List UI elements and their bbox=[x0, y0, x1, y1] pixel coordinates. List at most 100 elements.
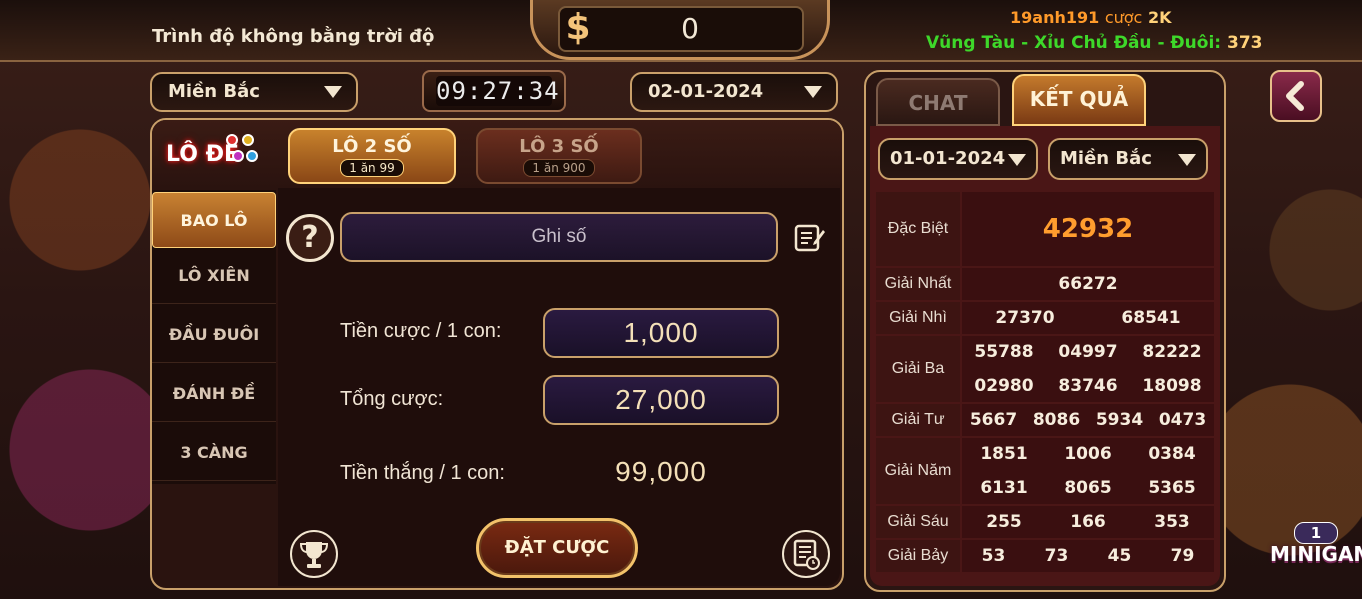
prize-row-giai-nhi: Giải Nhì 27370 68541 bbox=[876, 302, 1214, 334]
menu-item-bao-lo[interactable]: BAO LÔ bbox=[152, 192, 276, 248]
prize-values: 42932 bbox=[962, 192, 1214, 266]
prize-values: 1851 1006 0384 6131 8065 5365 bbox=[962, 438, 1214, 504]
caret-down-icon bbox=[804, 86, 822, 98]
prize-values: 255 166 353 bbox=[962, 506, 1214, 538]
menu-item-dau-duoi[interactable]: ĐẦU ĐUÔI bbox=[152, 307, 276, 363]
prize-row-giai-sau: Giải Sáu 255 166 353 bbox=[876, 506, 1214, 538]
logo-ball-icon bbox=[232, 150, 244, 162]
edit-icon[interactable] bbox=[794, 222, 826, 252]
ticker-username: 19anh191 bbox=[1010, 8, 1100, 27]
result-region-value: Miền Bắc bbox=[1060, 148, 1152, 169]
bet-ticker-user: 19anh191 cược 2K bbox=[1010, 8, 1171, 27]
prize-number: 68541 bbox=[1121, 308, 1181, 328]
prize-row-giai-bay: Giải Bảy 53 73 45 79 bbox=[876, 540, 1214, 572]
dollar-icon: $ bbox=[565, 7, 591, 48]
prize-row-giai-tu: Giải Tư 5667 8086 5934 0473 bbox=[876, 404, 1214, 436]
trophy-button[interactable] bbox=[290, 530, 338, 578]
logo-text: LÔ ĐỀ bbox=[166, 142, 240, 167]
number-input[interactable]: Ghi số bbox=[340, 212, 778, 262]
bet-type-menu: BAO LÔ LÔ XIÊN ĐẦU ĐUÔI ĐÁNH ĐỀ 3 CÀNG bbox=[152, 190, 276, 484]
prize-label: Giải Ba bbox=[876, 336, 960, 402]
prize-label: Giải Nhì bbox=[876, 302, 960, 334]
logo-ball-icon bbox=[226, 134, 238, 146]
tab-chat[interactable]: CHAT bbox=[876, 78, 1000, 126]
prize-label: Giải Nhất bbox=[876, 268, 960, 300]
tab-odds: 1 ăn 99 bbox=[340, 159, 404, 177]
prize-number: 04997 bbox=[1058, 342, 1118, 362]
prize-values: 5667 8086 5934 0473 bbox=[962, 404, 1214, 436]
ticker-detail-text: Vũng Tàu - Xỉu Chủ Đầu - Đuôi: bbox=[926, 33, 1222, 53]
prize-number: 18098 bbox=[1142, 376, 1202, 396]
caret-down-icon bbox=[1008, 154, 1026, 166]
tab-lo-3-so[interactable]: LÔ 3 SỐ 1 ăn 900 bbox=[476, 128, 642, 184]
ticker-detail-number: 373 bbox=[1227, 33, 1263, 53]
prize-label: Giải Năm bbox=[876, 438, 960, 504]
prize-number: 5667 bbox=[969, 410, 1018, 430]
lo-de-logo: LÔ ĐỀ bbox=[162, 130, 258, 174]
logo-ball-icon bbox=[242, 134, 254, 146]
prize-number: 53 bbox=[981, 546, 1006, 566]
prize-number: 1851 bbox=[980, 444, 1028, 464]
menu-item-3-cang[interactable]: 3 CÀNG bbox=[152, 425, 276, 481]
prize-number: 42932 bbox=[1042, 214, 1134, 244]
ticker-amount: 2K bbox=[1147, 8, 1172, 27]
history-button[interactable] bbox=[782, 530, 830, 578]
prize-number: 55788 bbox=[974, 342, 1034, 362]
tab-lo-2-so[interactable]: LÔ 2 SỐ 1 ăn 99 bbox=[288, 128, 456, 184]
history-icon bbox=[793, 539, 820, 570]
result-date-value: 01-01-2024 bbox=[890, 148, 1006, 169]
stake-input[interactable]: 1,000 bbox=[543, 308, 779, 358]
prize-label: Giải Tư bbox=[876, 404, 960, 436]
menu-item-lo-xien[interactable]: LÔ XIÊN bbox=[152, 248, 276, 304]
region-select[interactable]: Miền Bắc bbox=[150, 72, 358, 112]
prize-number: 255 bbox=[986, 512, 1022, 532]
ticker-action: cược bbox=[1104, 8, 1143, 27]
back-button[interactable] bbox=[1270, 70, 1322, 122]
prize-label: Đặc Biệt bbox=[876, 192, 960, 266]
prize-row-giai-nam: Giải Năm 1851 1006 0384 6131 8065 5365 bbox=[876, 438, 1214, 504]
prize-values: 55788 04997 82222 02980 83746 18098 bbox=[962, 336, 1214, 402]
prize-number: 66272 bbox=[1058, 274, 1118, 294]
prize-number: 82222 bbox=[1142, 342, 1202, 362]
prize-number: 8086 bbox=[1032, 410, 1081, 430]
balance-value: 0 bbox=[681, 12, 699, 45]
prize-number: 6131 bbox=[980, 478, 1028, 498]
caret-down-icon bbox=[324, 86, 342, 98]
prize-row-giai-ba: Giải Ba 55788 04997 82222 02980 83746 18… bbox=[876, 336, 1214, 402]
prize-number: 0384 bbox=[1148, 444, 1196, 464]
caret-down-icon bbox=[1178, 154, 1196, 166]
date-select[interactable]: 02-01-2024 bbox=[630, 72, 838, 112]
prize-label: Giải Sáu bbox=[876, 506, 960, 538]
countdown-timer: 09:27:34 bbox=[436, 76, 560, 106]
total-value: 27,000 bbox=[543, 375, 779, 425]
prize-number: 79 bbox=[1170, 546, 1195, 566]
prize-number: 0473 bbox=[1158, 410, 1207, 430]
question-icon[interactable]: ? bbox=[286, 214, 334, 262]
prize-number: 353 bbox=[1154, 512, 1190, 532]
prize-number: 45 bbox=[1107, 546, 1132, 566]
region-select-value: Miền Bắc bbox=[168, 81, 260, 102]
tab-odds: 1 ăn 900 bbox=[523, 159, 595, 177]
bet-ticker-detail: Vũng Tàu - Xỉu Chủ Đầu - Đuôi: 373 bbox=[926, 33, 1263, 53]
prize-number: 02980 bbox=[974, 376, 1034, 396]
prize-number: 83746 bbox=[1058, 376, 1118, 396]
total-label: Tổng cược: bbox=[340, 388, 444, 410]
result-region-select[interactable]: Miền Bắc bbox=[1048, 138, 1208, 180]
prize-number: 5934 bbox=[1095, 410, 1144, 430]
prize-values: 53 73 45 79 bbox=[962, 540, 1214, 572]
tab-ket-qua[interactable]: KẾT QUẢ bbox=[1012, 74, 1146, 126]
back-arrow-icon bbox=[1286, 81, 1304, 111]
tab-title: LÔ 3 SỐ bbox=[519, 136, 599, 157]
result-date-select[interactable]: 01-01-2024 bbox=[878, 138, 1038, 180]
place-bet-button[interactable]: ĐẶT CƯỢC bbox=[476, 518, 638, 578]
trophy-icon bbox=[299, 542, 329, 568]
logo-ball-icon bbox=[246, 150, 258, 162]
prize-row-giai-nhat: Giải Nhất 66272 bbox=[876, 268, 1214, 300]
date-select-value: 02-01-2024 bbox=[648, 81, 764, 102]
win-value: 99,000 bbox=[615, 456, 707, 487]
menu-item-danh-de[interactable]: ĐÁNH ĐỀ bbox=[152, 366, 276, 422]
minigame-label[interactable]: MINIGAME bbox=[1270, 542, 1362, 566]
tab-title: LÔ 2 SỐ bbox=[332, 136, 412, 157]
prize-number: 5365 bbox=[1148, 478, 1196, 498]
prize-number: 1006 bbox=[1064, 444, 1112, 464]
